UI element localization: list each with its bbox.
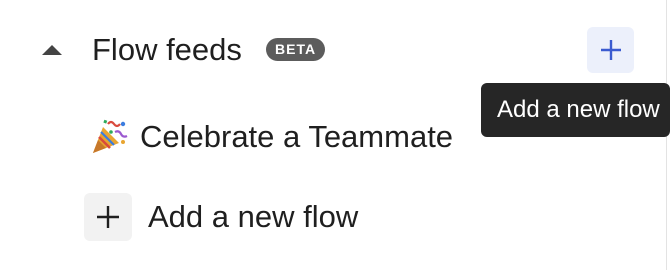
- add-flow-tooltip: Add a new flow: [481, 83, 670, 137]
- section-title: Flow feeds: [92, 32, 242, 67]
- flow-item-celebrate-a-teammate[interactable]: Celebrate a Teammate: [80, 112, 480, 162]
- add-new-flow-button[interactable]: Add a new flow: [80, 190, 400, 246]
- add-flow-icon-button[interactable]: [587, 27, 634, 73]
- plus-icon: [97, 206, 119, 228]
- flow-feeds-header: Flow feeds BETA: [0, 24, 666, 76]
- flow-item-label: Celebrate a Teammate: [140, 119, 454, 154]
- flow-feeds-panel: Flow feeds BETA Add a new flow Celebrate…: [0, 0, 670, 270]
- beta-badge: BETA: [266, 38, 326, 61]
- collapse-toggle-button[interactable]: [36, 34, 68, 66]
- add-flow-row-icon-box: [84, 193, 132, 241]
- plus-icon: [600, 40, 621, 60]
- add-new-flow-label: Add a new flow: [148, 199, 359, 234]
- caret-up-icon: [42, 45, 62, 55]
- party-popper-icon: [93, 119, 128, 153]
